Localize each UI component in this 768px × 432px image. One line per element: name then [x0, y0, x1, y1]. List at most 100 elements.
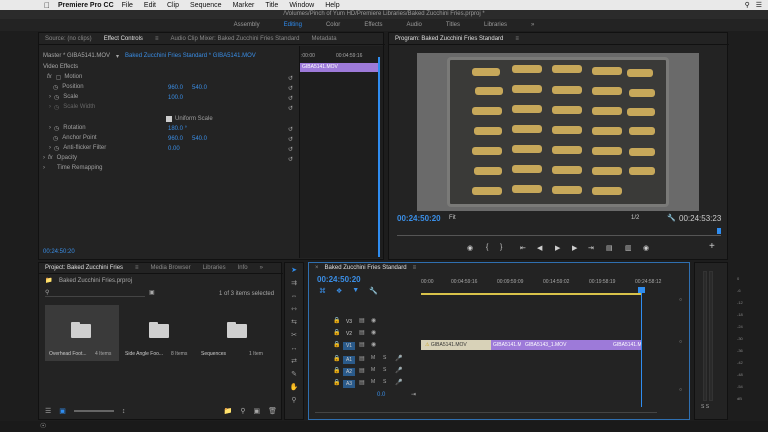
motion-transform-icon[interactable]: ▢: [56, 74, 62, 81]
reset-icon[interactable]: ↺: [288, 85, 293, 92]
go-to-in-icon[interactable]: ⇤: [520, 244, 526, 252]
step-back-icon[interactable]: ◀: [537, 244, 542, 252]
razor-tool-icon[interactable]: ✂: [289, 331, 299, 341]
reset-icon[interactable]: ↺: [288, 95, 293, 102]
panel-menu-icon[interactable]: ≡: [149, 36, 165, 42]
track-label-a2[interactable]: A2: [343, 368, 355, 376]
add-button-icon[interactable]: +: [709, 241, 715, 252]
extract-icon[interactable]: ▥: [625, 244, 632, 252]
stopwatch-icon[interactable]: ◷: [53, 135, 58, 142]
track-label-v3[interactable]: V3: [343, 318, 355, 326]
sync-lock-icon[interactable]: ▤: [359, 341, 365, 348]
mini-timeline[interactable]: :00:00 00:04:59:16 GIBA5141.MOV: [299, 46, 383, 258]
workspace-color[interactable]: Color: [314, 22, 352, 28]
fit-dropdown[interactable]: Fit: [449, 215, 456, 221]
scroll-handle-icon[interactable]: ○: [679, 339, 682, 345]
slip-tool-icon[interactable]: ↔: [289, 344, 299, 354]
meter-solo-buttons[interactable]: S S: [701, 404, 709, 410]
rolling-edit-tool-icon[interactable]: ⇿: [289, 305, 299, 315]
clip-video[interactable]: GIBA5143_1.MOV: [521, 340, 611, 350]
workspace-audio[interactable]: Audio: [395, 22, 434, 28]
menu-window[interactable]: Window: [289, 2, 314, 9]
timeline-playhead[interactable]: [641, 287, 642, 407]
pen-tool-icon[interactable]: ✎: [289, 370, 299, 380]
lock-icon[interactable]: 🔒: [333, 355, 340, 362]
track-select-tool-icon[interactable]: ⇉: [289, 279, 299, 289]
reset-icon[interactable]: ↺: [288, 75, 293, 82]
stopwatch-icon[interactable]: ◷: [54, 94, 59, 101]
effect-controls-timecode[interactable]: 00:24:50:20: [43, 249, 75, 255]
antiflicker-value[interactable]: 0.00: [168, 146, 180, 152]
sort-icon[interactable]: ↕: [122, 408, 126, 415]
selection-tool-icon[interactable]: ➤: [289, 266, 299, 276]
go-to-out-icon[interactable]: ⇥: [588, 244, 594, 252]
sync-lock-icon[interactable]: ▤: [359, 329, 365, 336]
timeline-playhead-handle[interactable]: [638, 287, 645, 293]
zoom-slider[interactable]: [73, 410, 114, 412]
hand-tool-icon[interactable]: ✋: [289, 383, 299, 393]
eye-icon[interactable]: ◉: [371, 317, 376, 324]
slide-tool-icon[interactable]: ⇄: [289, 357, 299, 367]
solo-button[interactable]: S: [383, 355, 386, 361]
solo-button[interactable]: S: [383, 379, 386, 385]
apple-icon[interactable]: : [40, 1, 54, 10]
lock-icon[interactable]: 🔒: [333, 329, 340, 336]
clip-label[interactable]: Baked Zucchini Fries Standard * GIBA5141…: [125, 53, 256, 62]
microphone-icon[interactable]: 🎤: [395, 367, 402, 374]
stopwatch-icon[interactable]: ◷: [54, 125, 59, 132]
workspace-assembly[interactable]: Assembly: [222, 22, 272, 28]
status-icon[interactable]: ☉: [40, 422, 46, 430]
scroll-handle-icon[interactable]: ○: [679, 297, 682, 303]
track-label-v2[interactable]: V2: [343, 330, 355, 338]
icon-view-icon[interactable]: ▣: [59, 407, 66, 415]
lift-icon[interactable]: ▤: [606, 244, 613, 252]
panel-more-icon[interactable]: »: [254, 265, 269, 271]
work-area-bar[interactable]: [421, 293, 641, 295]
track-label-a1[interactable]: A1: [343, 356, 355, 364]
ripple-edit-tool-icon[interactable]: ⇔: [289, 292, 299, 302]
program-playhead[interactable]: [717, 228, 721, 234]
position-y-value[interactable]: 540.0: [192, 85, 207, 91]
list-icon[interactable]: ☰: [756, 1, 762, 9]
time-remap-row[interactable]: › Time Remapping: [43, 163, 102, 173]
sync-lock-icon[interactable]: ▤: [359, 367, 365, 374]
tab-metadata[interactable]: Metadata: [306, 36, 343, 42]
linked-selection-icon[interactable]: ❖: [336, 287, 342, 295]
mark-in-icon[interactable]: {: [486, 244, 488, 251]
menu-file[interactable]: File: [122, 2, 133, 9]
stopwatch-icon[interactable]: ◷: [53, 84, 58, 91]
workspace-editing[interactable]: Editing: [272, 22, 314, 28]
list-view-icon[interactable]: ☰: [45, 407, 51, 415]
sync-lock-icon[interactable]: ▤: [359, 317, 365, 324]
workspace-more-button[interactable]: »: [519, 22, 546, 28]
mini-clip[interactable]: GIBA5141.MOV: [300, 63, 380, 72]
tab-info[interactable]: Info: [232, 265, 254, 271]
tab-libraries[interactable]: Libraries: [197, 265, 232, 271]
tab-audio-clip-mixer[interactable]: Audio Clip Mixer: Baked Zucchini Fries S…: [164, 36, 305, 42]
tab-source[interactable]: Source: (no clips): [39, 36, 98, 42]
solo-button[interactable]: S: [383, 367, 386, 373]
timeline-horizontal-scrollbar[interactable]: [315, 409, 657, 413]
go-to-end-icon[interactable]: ⇥: [411, 391, 416, 398]
mute-button[interactable]: M: [371, 355, 375, 361]
anchor-x-value[interactable]: 960.0: [168, 136, 183, 142]
menu-clip[interactable]: Clip: [167, 2, 179, 9]
clip-video[interactable]: GIBA5141.MOV: [491, 340, 521, 350]
clip-video[interactable]: GIBA5141.MOV: [611, 340, 641, 350]
timeline-settings-icon[interactable]: 🔧: [369, 287, 378, 295]
project-search-input[interactable]: ⚲: [45, 289, 145, 297]
motion-row[interactable]: fx ▢ Motion: [47, 72, 82, 82]
clip-video[interactable]: ⚠ GIBA5141.MOV: [421, 340, 491, 350]
track-label-v1[interactable]: V1: [343, 342, 355, 350]
reset-icon[interactable]: ↺: [288, 105, 293, 112]
new-bin-icon[interactable]: 📁: [224, 407, 233, 415]
new-bin-from-search-icon[interactable]: ▣: [149, 289, 155, 296]
app-menu[interactable]: Premiere Pro CC: [58, 2, 114, 9]
panel-menu-icon[interactable]: ≡: [129, 265, 145, 271]
workspace-libraries[interactable]: Libraries: [472, 22, 519, 28]
sync-lock-icon[interactable]: ▤: [359, 355, 365, 362]
chevron-down-icon[interactable]: ▾: [116, 53, 119, 62]
search-icon[interactable]: ⚲: [745, 1, 750, 9]
new-item-icon[interactable]: ▣: [253, 407, 260, 415]
lock-icon[interactable]: 🔒: [333, 341, 340, 348]
